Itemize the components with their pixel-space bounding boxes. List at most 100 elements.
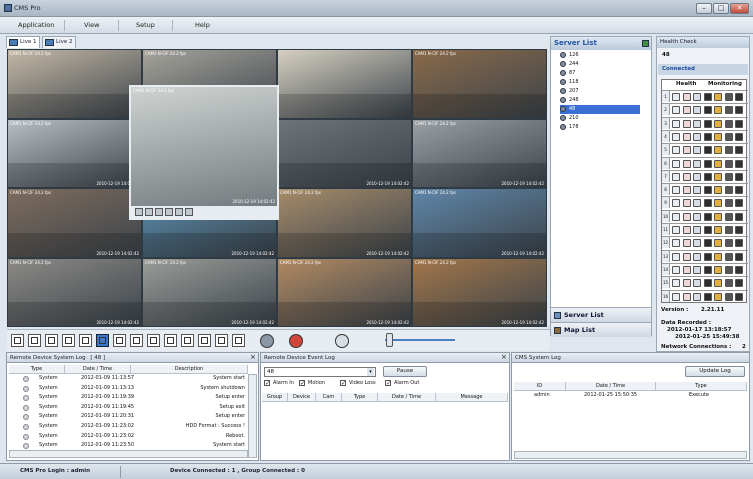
camera-icon[interactable] (693, 252, 701, 261)
layout-sequence-button[interactable] (215, 334, 228, 347)
sensor-icon[interactable] (714, 292, 722, 301)
hdd-icon[interactable] (724, 292, 733, 301)
popup-camera-view[interactable]: CAM1 N-CIF 24.2 fps 2010-12-19 14:02:42 (129, 85, 279, 220)
layout-13-button[interactable] (130, 334, 143, 347)
sensor-icon[interactable] (714, 186, 722, 195)
relay-icon[interactable] (735, 252, 743, 261)
volume-slider-track[interactable] (385, 339, 455, 341)
relay-icon[interactable] (735, 106, 743, 115)
hdd-icon[interactable] (724, 146, 733, 155)
sensor-icon[interactable] (714, 212, 722, 221)
layout-4-button[interactable] (28, 334, 41, 347)
camera-tile[interactable]: CAM1 N-CIF 24.2 fps (412, 49, 547, 119)
layout-10-button[interactable] (113, 334, 126, 347)
camera-icon[interactable] (693, 132, 701, 141)
health-status-icon[interactable] (672, 279, 680, 288)
layout-36-button[interactable] (181, 334, 194, 347)
table-row[interactable]: System 2012-01-09 11:23:02 Reboot. (9, 432, 247, 442)
hdd-icon[interactable] (724, 132, 733, 141)
sensor-icon[interactable] (714, 252, 722, 261)
relay-icon[interactable] (735, 212, 743, 221)
health-status-icon[interactable] (672, 159, 680, 168)
hdd-icon[interactable] (724, 199, 733, 208)
server-item[interactable]: 248 (560, 96, 579, 105)
health-status-icon[interactable] (672, 106, 680, 115)
layout-custom-button[interactable] (198, 334, 211, 347)
server-item[interactable]: 210 (560, 114, 579, 123)
sensor-icon[interactable] (714, 265, 722, 274)
col-date-time[interactable]: Date / Time (566, 382, 656, 391)
next-button[interactable] (175, 208, 183, 216)
record-icon[interactable] (703, 106, 712, 115)
pause-button[interactable] (165, 208, 173, 216)
health-status-icon[interactable] (672, 239, 680, 248)
health-alert-icon[interactable] (682, 159, 691, 168)
camera-tile[interactable]: CAM1 N-CIF 24.2 fps (7, 49, 142, 119)
close-icon[interactable]: × (501, 353, 507, 362)
relay-icon[interactable] (735, 265, 743, 274)
horizontal-scrollbar[interactable] (9, 450, 248, 458)
record-icon[interactable] (703, 265, 712, 274)
health-alert-icon[interactable] (682, 106, 691, 115)
camera-icon[interactable] (693, 172, 701, 181)
table-row[interactable]: System 2012-01-09 11:13:13 System shutdown (9, 384, 247, 394)
device-select[interactable]: 48 ▾ (264, 367, 376, 377)
col-type[interactable]: Type (656, 382, 747, 391)
health-alert-icon[interactable] (682, 212, 691, 221)
health-alert-icon[interactable] (682, 172, 691, 181)
record-icon[interactable] (703, 239, 712, 248)
camera-icon[interactable] (693, 292, 701, 301)
server-item[interactable]: 126 (560, 51, 579, 60)
close-icon[interactable]: × (250, 353, 256, 362)
hdd-icon[interactable] (724, 172, 733, 181)
table-row[interactable]: System 2012-01-09 11:20:31 Setup enter (9, 412, 247, 422)
server-item[interactable]: 87 (560, 69, 575, 78)
tab-live-1[interactable]: Live 1 (6, 36, 40, 48)
camera-tile[interactable] (277, 49, 412, 119)
update-log-button[interactable]: Update Log (685, 366, 745, 377)
camera-icon[interactable] (693, 212, 701, 221)
health-alert-icon[interactable] (682, 252, 691, 261)
prev-button[interactable] (145, 208, 153, 216)
health-status-icon[interactable] (672, 199, 680, 208)
checkbox[interactable]: ✓ (299, 380, 305, 387)
health-status-icon[interactable] (672, 172, 680, 181)
sensor-icon[interactable] (714, 159, 722, 168)
health-alert-icon[interactable] (682, 239, 691, 248)
col-date-time[interactable]: Date / Time (378, 393, 436, 402)
hdd-icon[interactable] (724, 119, 733, 128)
relay-icon[interactable] (735, 93, 743, 101)
camera-tile[interactable]: CAM1 N-CIF 24.2 fps2010-12-19 14:02:42 (142, 257, 277, 327)
table-row[interactable]: System 2012-01-09 11:13:57 System start (9, 374, 247, 384)
health-status-icon[interactable] (672, 226, 680, 234)
minimize-button[interactable]: – (696, 3, 712, 14)
relay-icon[interactable] (735, 199, 743, 208)
hdd-icon[interactable] (724, 93, 733, 101)
health-status-icon[interactable] (672, 292, 680, 301)
camera-tile[interactable]: CAM1 N-CIF 24.2 fps2010-12-19 14:02:42 (412, 188, 547, 258)
layout-1-button[interactable] (11, 334, 24, 347)
health-alert-icon[interactable] (682, 93, 691, 101)
record-icon[interactable] (703, 226, 712, 234)
layout-25-button[interactable] (164, 334, 177, 347)
vertical-scrollbar[interactable] (248, 374, 257, 458)
record-icon[interactable] (703, 279, 712, 288)
relay-icon[interactable] (735, 292, 743, 301)
server-item[interactable]: 48 (560, 105, 640, 114)
record-icon[interactable] (703, 119, 712, 128)
sensor-icon[interactable] (714, 226, 722, 234)
hdd-icon[interactable] (724, 265, 733, 274)
table-row[interactable]: System 2012-01-09 11:23:02 HDD Format : Su… (9, 422, 247, 432)
camera-tile[interactable]: CAM1 N-CIF 24.2 fps2010-12-19 14:02:42 (7, 118, 142, 188)
health-alert-icon[interactable] (682, 132, 691, 141)
camera-tile[interactable]: CAM1 N-CIF 24.2 fps2010-12-19 14:02:42 (7, 257, 142, 327)
health-status-icon[interactable] (672, 212, 680, 221)
layout-9-button[interactable] (79, 334, 92, 347)
last-button[interactable] (185, 208, 193, 216)
camera-icon[interactable] (693, 226, 701, 234)
relay-icon[interactable] (735, 172, 743, 181)
close-button[interactable]: ✕ (730, 3, 749, 14)
server-item[interactable]: 178 (560, 123, 579, 132)
hdd-icon[interactable] (724, 279, 733, 288)
table-row[interactable]: admin 2012-01-25 15:50:35 Execute (514, 391, 747, 401)
